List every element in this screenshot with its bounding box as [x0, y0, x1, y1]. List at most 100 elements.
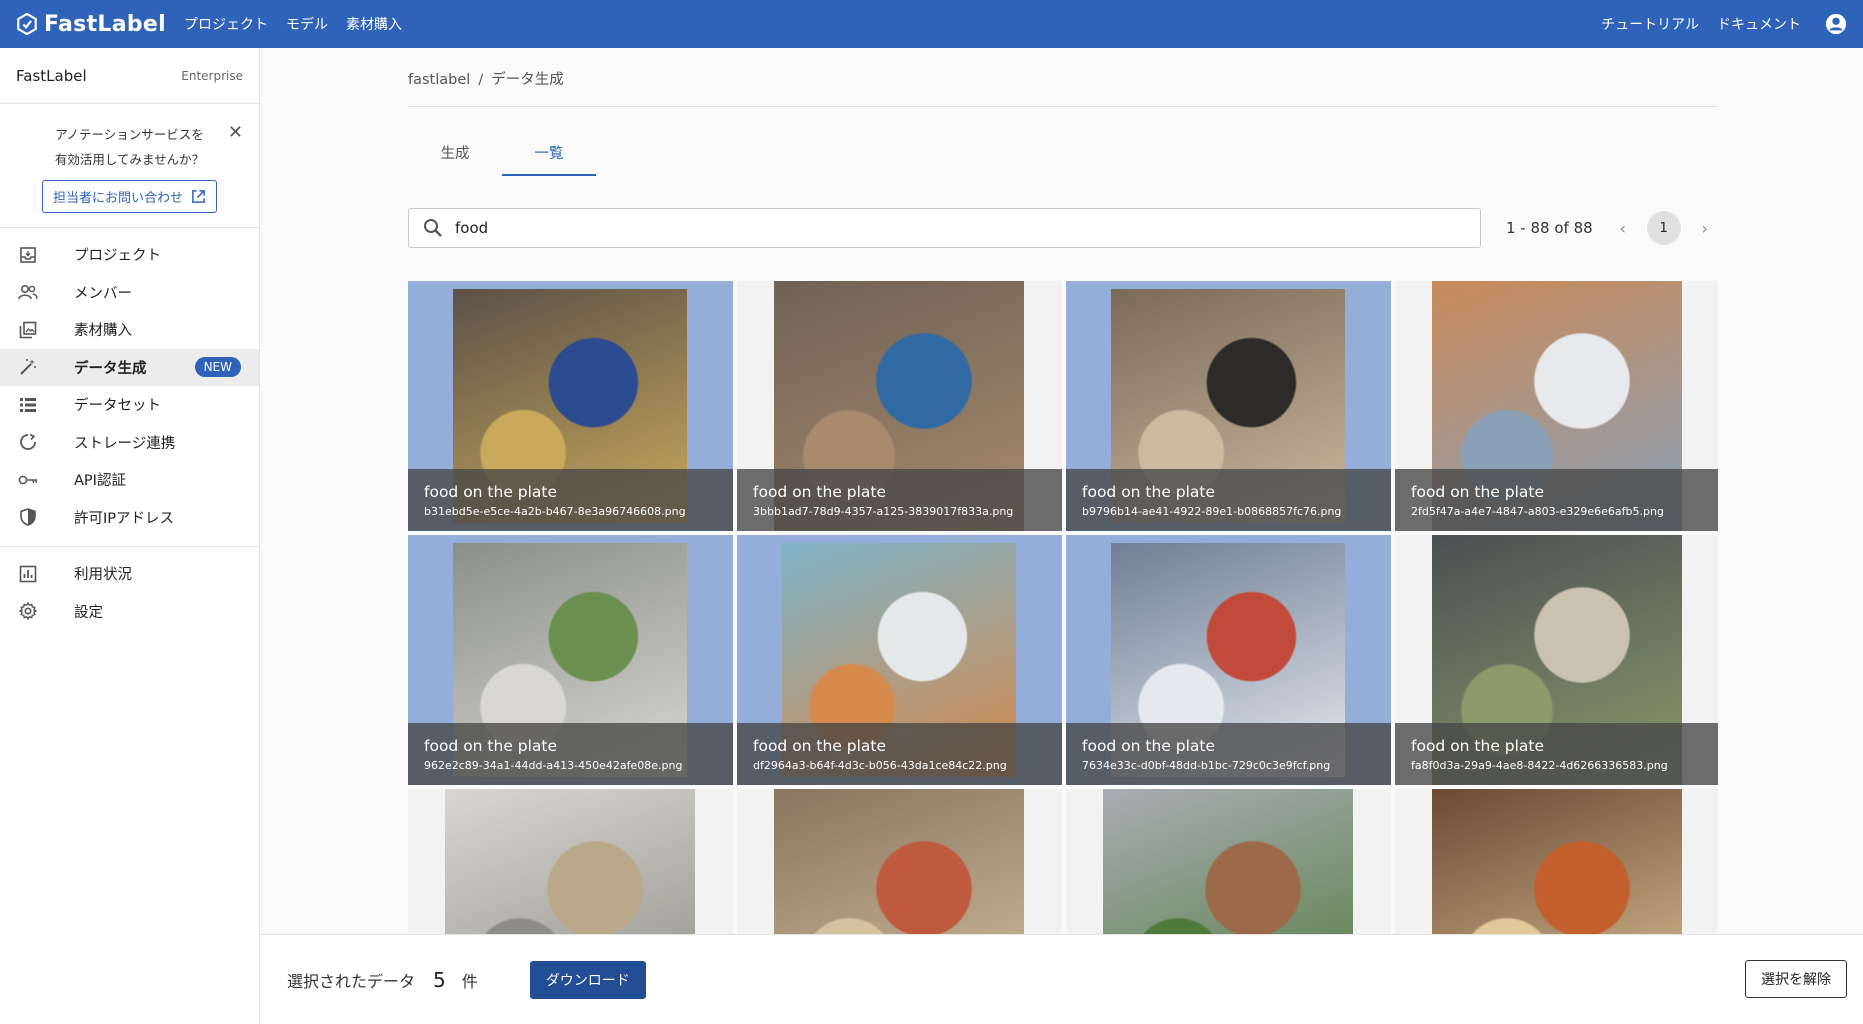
sidebar-item-allowed-ip[interactable]: 許可IPアドレス [0, 499, 259, 537]
image-filename: df2964a3-b64f-4d3c-b056-43da1ce84c22.png [753, 759, 1007, 772]
tutorial-link[interactable]: チュートリアル [1601, 14, 1699, 34]
brand-logo[interactable]: FastLabel [16, 12, 166, 37]
sync-icon [18, 432, 38, 452]
image-caption: food on the plate df2964a3-b64f-4d3c-b056… [737, 723, 1062, 785]
selection-label: 選択されたデータ [287, 971, 416, 991]
close-icon[interactable]: ✕ [228, 122, 243, 143]
top-right: チュートリアル ドキュメント [1583, 0, 1847, 48]
topnav-projects[interactable]: プロジェクト [184, 14, 268, 34]
org-header: FastLabel Enterprise [0, 48, 259, 104]
image-card[interactable]: food on the plate fa8f0d3a-29a9-4ae8-8422… [1395, 535, 1718, 785]
image-card[interactable]: food on the plate 2fd5f47a-a4e7-4847-a803… [1395, 281, 1718, 531]
pagination-range: 1 - 88 of 88 [1506, 219, 1593, 237]
contact-button[interactable]: 担当者にお問い合わせ [41, 180, 217, 213]
promo-line-2: 有効活用してみませんか？ [54, 152, 205, 167]
docs-link[interactable]: ドキュメント [1717, 14, 1801, 34]
image-card[interactable] [1066, 789, 1391, 934]
chevron-right-icon[interactable]: › [1693, 219, 1717, 238]
image-filename: 2fd5f47a-a4e7-4847-a803-e329e6e6afb5.png [1411, 505, 1664, 518]
sidebar-item-data-generation[interactable]: データ生成 NEW [0, 348, 259, 386]
list-icon [18, 395, 38, 415]
key-icon [18, 470, 38, 490]
image-title: food on the plate [753, 483, 887, 501]
image-card[interactable]: food on the plate b31ebd5e-e5ce-4a2b-b467… [408, 281, 733, 531]
image-grid: food on the plate b31ebd5e-e5ce-4a2b-b467… [408, 281, 1718, 934]
topnav-models[interactable]: モデル [286, 14, 328, 34]
sidebar-item-usage[interactable]: 利用状況 [0, 555, 259, 593]
sidebar-item-label: 利用状況 [74, 567, 132, 584]
page-number[interactable]: 1 [1646, 211, 1681, 245]
image-card[interactable]: food on the plate 3bbb1ad7-78d9-4357-a125… [737, 281, 1062, 531]
search-input[interactable] [455, 219, 1435, 237]
fastlabel-logo-icon [17, 13, 37, 35]
shield-icon [18, 507, 38, 527]
image-filename: b31ebd5e-e5ce-4a2b-b467-8e3a96746608.png [424, 505, 686, 518]
external-link-icon [192, 190, 205, 203]
sidebar-menu: プロジェクト メンバー 素材購入 データ生成 NEW データセット ストレージ連… [0, 228, 259, 630]
sidebar-item-label: メンバー [74, 285, 132, 302]
selection-count: 5 [433, 967, 446, 992]
org-name: FastLabel [16, 66, 87, 85]
image-card[interactable]: food on the plate df2964a3-b64f-4d3c-b056… [737, 535, 1062, 785]
sidebar-item-datasets[interactable]: データセット [0, 386, 259, 424]
sidebar-item-assets[interactable]: 素材購入 [0, 311, 259, 349]
image-filename: fa8f0d3a-29a9-4ae8-8422-4d6266336583.png [1411, 759, 1668, 772]
tab-bar: 生成 一覧 [408, 128, 596, 176]
generated-image [1432, 789, 1682, 934]
download-button[interactable]: ダウンロード [529, 960, 646, 999]
top-nav: プロジェクト モデル 素材購入 [184, 14, 420, 34]
image-card[interactable]: food on the plate 962e2c89-34a1-44dd-a413… [408, 535, 733, 785]
new-badge: NEW [194, 357, 241, 378]
top-bar: FastLabel プロジェクト モデル 素材購入 チュートリアル ドキュメント [0, 0, 1863, 48]
header-divider [408, 106, 1718, 107]
generated-image [774, 789, 1024, 934]
topnav-assets[interactable]: 素材購入 [346, 14, 402, 34]
sidebar-item-settings[interactable]: 設定 [0, 593, 259, 631]
tab-generate[interactable]: 生成 [408, 128, 502, 176]
image-caption: food on the plate b9796b14-ae41-4922-89e1… [1066, 469, 1391, 531]
sidebar-item-projects[interactable]: プロジェクト [0, 236, 259, 274]
contact-button-label: 担当者にお問い合わせ [52, 191, 183, 206]
account-icon[interactable] [1825, 13, 1847, 35]
image-card[interactable] [408, 789, 733, 934]
image-title: food on the plate [1082, 483, 1216, 501]
image-filename: 962e2c89-34a1-44dd-a413-450e42afe08e.png [424, 759, 683, 772]
sidebar-item-members[interactable]: メンバー [0, 274, 259, 312]
image-caption: food on the plate 2fd5f47a-a4e7-4847-a803… [1395, 469, 1718, 531]
tab-list[interactable]: 一覧 [502, 128, 596, 176]
breadcrumb-root[interactable]: fastlabel [408, 72, 470, 88]
sidebar-item-label: 許可IPアドレス [74, 510, 175, 527]
image-title: food on the plate [424, 483, 558, 501]
image-caption: food on the plate 7634e33c-d0bf-48dd-b1bc… [1066, 723, 1391, 785]
image-title: food on the plate [1411, 483, 1545, 501]
image-card[interactable] [1395, 789, 1718, 934]
magic-wand-icon [18, 357, 38, 377]
chevron-left-icon[interactable]: ‹ [1611, 219, 1635, 238]
sidebar-item-api-auth[interactable]: API認証 [0, 461, 259, 499]
image-caption: food on the plate 3bbb1ad7-78d9-4357-a125… [737, 469, 1062, 531]
gear-icon [18, 601, 38, 621]
sidebar-item-label: プロジェクト [74, 248, 161, 265]
sidebar-item-label: データ生成 [74, 360, 147, 377]
image-title: food on the plate [753, 737, 887, 755]
brand-name: FastLabel [44, 11, 166, 37]
clear-selection-button[interactable]: 選択を解除 [1745, 960, 1847, 998]
selection-bar: 選択されたデータ 5 件 ダウンロード 選択を解除 [261, 934, 1863, 1024]
inbox-icon [18, 245, 38, 265]
image-card[interactable]: food on the plate 7634e33c-d0bf-48dd-b1bc… [1066, 535, 1391, 785]
breadcrumb-current: データ生成 [491, 72, 564, 88]
sidebar-item-storage[interactable]: ストレージ連携 [0, 424, 259, 462]
selection-unit: 件 [461, 971, 478, 991]
bar-chart-icon [18, 564, 38, 584]
sidebar-item-label: データセット [74, 398, 161, 415]
image-caption: food on the plate 962e2c89-34a1-44dd-a413… [408, 723, 733, 785]
image-filename: 7634e33c-d0bf-48dd-b1bc-729c0c3e9fcf.png [1082, 759, 1331, 772]
image-card[interactable] [737, 789, 1062, 934]
image-card[interactable]: food on the plate b9796b14-ae41-4922-89e1… [1066, 281, 1391, 531]
image-caption: food on the plate b31ebd5e-e5ce-4a2b-b467… [408, 469, 733, 531]
generated-image [445, 789, 695, 934]
breadcrumb: fastlabel / データ生成 [408, 68, 564, 89]
menu-divider [0, 546, 259, 547]
image-title: food on the plate [1411, 737, 1545, 755]
breadcrumb-separator: / [478, 72, 484, 88]
